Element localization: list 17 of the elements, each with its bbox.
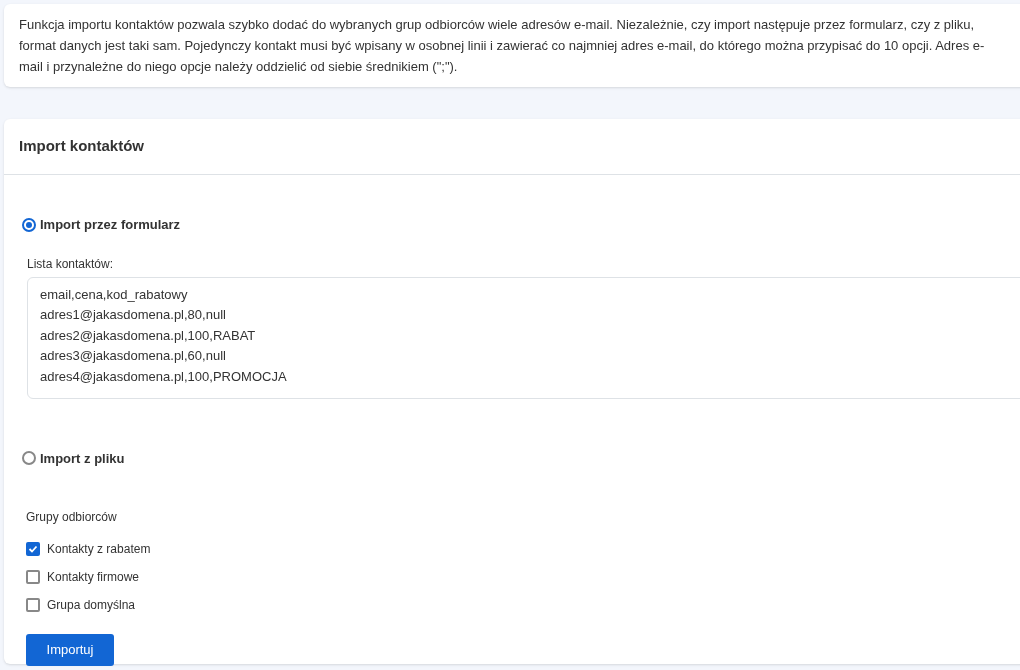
checkbox-label[interactable]: Kontakty z rabatem	[47, 540, 151, 558]
checkbox[interactable]	[26, 570, 40, 584]
check-icon	[28, 544, 38, 554]
checkbox[interactable]	[26, 598, 40, 612]
card-title: Import kontaktów	[19, 136, 144, 157]
checkbox[interactable]	[26, 542, 40, 556]
checkbox-label[interactable]: Kontakty firmowe	[47, 568, 140, 586]
field-label: Lista kontaktów:	[27, 255, 115, 273]
groups-label: Grupy odbiorców	[26, 509, 118, 526]
radio-button[interactable]	[22, 451, 36, 466]
radio-label[interactable]: Import przez formularz	[40, 215, 181, 235]
contacts-textarea[interactable]: email,cena,kod_rabatowy adres1@jakasdomena.pl,80,null adres2@jakasdomena.pl,100,RABAT adres3@jakasdomena.pl,60,null adres4@jakasdomena.pl,100,PROMOCJA	[27, 276, 1020, 399]
import-button[interactable]: Importuj	[26, 634, 114, 666]
radio-label[interactable]: Import z pliku	[40, 448, 125, 468]
intro-text: Funkcja importu kontaktów pozwala szybko dodać do wybranych grup odbiorców wiele adresów e-mail. Niezależnie, czy import następuje przez formularz, czy z pliku, format danych jest taki sam. Pojedynczy kontakt musi być wpisany w osobnej linii i zawierać co najmniej adres e-mail, do którego można przypisać do 10 opcji. Adres e-mail i przynależne do niego opcje należy oddzielić od siebie średnikiem (";").	[19, 16, 986, 76]
checkbox-label[interactable]: Grupa domyślna	[47, 596, 136, 614]
radio-button[interactable]	[22, 217, 36, 232]
